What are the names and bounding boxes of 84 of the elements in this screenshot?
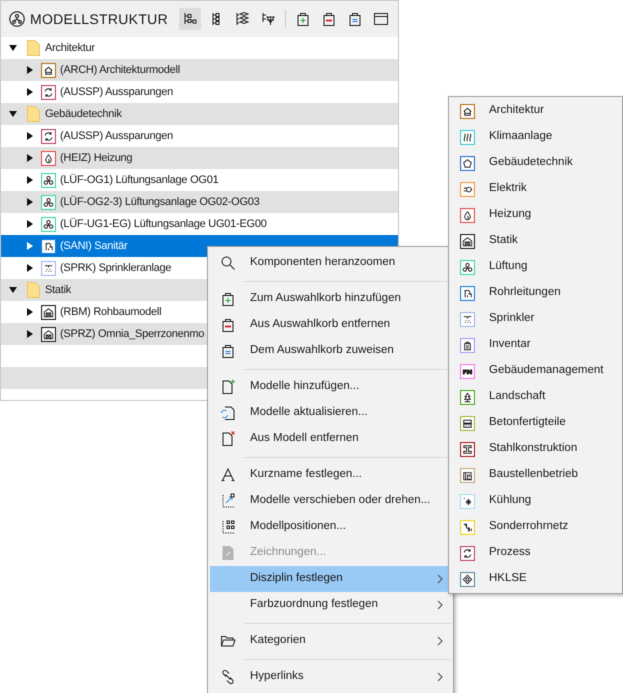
tree-label: (AUSSP) Aussparungen bbox=[60, 128, 174, 144]
menu-item[interactable]: Prozess bbox=[451, 540, 620, 566]
collapse-toggle-icon[interactable] bbox=[8, 109, 18, 119]
menu-item[interactable]: Farbzuordnung festlegen bbox=[210, 592, 451, 618]
tree-label: Architektur bbox=[45, 40, 95, 56]
tree-row[interactable]: (LÜF-OG2-3) Lüftungsanlage OG02-OG03 bbox=[1, 191, 398, 213]
expand-toggle-icon[interactable] bbox=[25, 241, 35, 251]
basket-assign-icon bbox=[220, 343, 236, 359]
menu-item[interactable]: Sprinkler bbox=[451, 306, 620, 332]
menu-item[interactable]: Modelle verschieben oder drehen... bbox=[210, 488, 451, 514]
basket-add-icon bbox=[295, 11, 311, 27]
basket-assign-icon bbox=[347, 11, 363, 27]
expand-toggle-icon[interactable] bbox=[25, 87, 35, 97]
expand-toggle-icon[interactable] bbox=[25, 153, 35, 163]
expand-toggle-icon[interactable] bbox=[25, 197, 35, 207]
tree-label: (LÜF-OG2-3) Lüftungsanlage OG02-OG03 bbox=[60, 194, 260, 210]
tree-label: (LÜF-OG1) Lüftungsanlage OG01 bbox=[60, 172, 218, 188]
position-grid-icon bbox=[220, 519, 236, 535]
menu-item[interactable]: Sonderrohrnetz bbox=[451, 514, 620, 540]
link-icon bbox=[220, 669, 236, 685]
tree-label: (HEIZ) Heizung bbox=[60, 150, 132, 166]
menu-item[interactable]: Klimaanlage bbox=[451, 124, 620, 150]
menu-item[interactable]: HKLSE bbox=[451, 566, 620, 592]
document-plus-icon bbox=[220, 379, 236, 395]
tree-view-button[interactable] bbox=[179, 8, 201, 30]
menu-item[interactable]: Inventar bbox=[451, 332, 620, 358]
menu-item[interactable]: Hyperlinks bbox=[210, 664, 451, 690]
menu-item[interactable]: Statik bbox=[451, 228, 620, 254]
tree-label: (SPRK) Sprinkleranlage bbox=[60, 260, 172, 276]
menu-item[interactable]: Rohrleitungen bbox=[451, 280, 620, 306]
folder-icon bbox=[27, 282, 40, 298]
expand-toggle-icon[interactable] bbox=[25, 307, 35, 317]
menu-item[interactable]: Kurzname festlegen... bbox=[210, 462, 451, 488]
tree-label: (LÜF-UG1-EG) Lüftungsanlage UG01-EG00 bbox=[60, 216, 267, 232]
menu-item[interactable]: Architektur bbox=[451, 98, 620, 124]
tree-row[interactable]: (ARCH) Architekturmodell bbox=[1, 59, 398, 81]
menu-item[interactable]: Modelle hinzufügen... bbox=[210, 374, 451, 400]
menu-item[interactable]: Lüftung bbox=[451, 254, 620, 280]
tree-row[interactable]: (HEIZ) Heizung bbox=[1, 147, 398, 169]
expand-toggle-icon[interactable] bbox=[25, 65, 35, 75]
search-icon bbox=[220, 255, 236, 271]
menu-item[interactable]: Disziplin festlegen bbox=[210, 566, 451, 592]
menu-item[interactable]: Landschaft bbox=[451, 384, 620, 410]
document-cross-icon bbox=[220, 431, 236, 447]
expand-toggle-icon[interactable] bbox=[25, 219, 35, 229]
folder-icon bbox=[27, 106, 40, 122]
expand-toggle-icon[interactable] bbox=[25, 175, 35, 185]
letter-a-icon bbox=[220, 467, 236, 483]
panel-title: MODELLSTRUKTUR bbox=[30, 10, 168, 28]
tree-label: (ARCH) Architekturmodell bbox=[60, 62, 180, 78]
menu-item[interactable]: Stahlkonstruktion bbox=[451, 436, 620, 462]
menu-item[interactable]: Baustellenbetrieb bbox=[451, 462, 620, 488]
folder-open-icon bbox=[220, 633, 236, 649]
tree-view-icon bbox=[182, 11, 198, 27]
menu-item[interactable]: Kategorien bbox=[210, 628, 451, 654]
menu-item[interactable]: Heizung bbox=[451, 202, 620, 228]
layers-icon bbox=[234, 11, 250, 27]
tree-label: (AUSSP) Aussparungen bbox=[60, 84, 174, 100]
menu-item[interactable]: Aus Modell entfernen bbox=[210, 426, 451, 452]
tree-row[interactable]: Gebäudetechnik bbox=[1, 103, 398, 125]
menu-item[interactable]: Modellpositionen... bbox=[210, 514, 451, 540]
menu-item[interactable]: Modelle aktualisieren... bbox=[210, 400, 451, 426]
basket-remove-icon bbox=[220, 317, 236, 333]
collapse-toggle-icon[interactable] bbox=[8, 43, 18, 53]
document-icon bbox=[220, 545, 236, 561]
tree-label: (RBM) Rohbaumodell bbox=[60, 304, 162, 320]
basket-add-icon bbox=[220, 291, 236, 307]
expand-toggle-icon[interactable] bbox=[25, 131, 35, 141]
folder-icon bbox=[27, 40, 40, 56]
tree-label: Gebäudetechnik bbox=[45, 106, 122, 122]
menu-item[interactable]: Elektrik bbox=[451, 176, 620, 202]
tree-label: Statik bbox=[45, 282, 72, 298]
basket-remove-icon bbox=[321, 11, 337, 27]
expand-toggle-icon[interactable] bbox=[25, 263, 35, 273]
menu-item[interactable]: Betonfertigteile bbox=[451, 410, 620, 436]
expand-toggle-icon[interactable] bbox=[25, 329, 35, 339]
menu-item[interactable]: Gebäudetechnik bbox=[451, 150, 620, 176]
move-arrows-icon bbox=[220, 493, 236, 509]
window-icon bbox=[373, 11, 389, 27]
tree-label: (SANI) Sanitär bbox=[60, 238, 128, 254]
menu-item[interactable]: Kühlung bbox=[451, 488, 620, 514]
document-refresh-icon bbox=[220, 405, 236, 421]
collapse-toggle-icon[interactable] bbox=[8, 285, 18, 295]
tree-label: (SPRZ) Omnia_Sperrzonenmo bbox=[60, 326, 204, 342]
